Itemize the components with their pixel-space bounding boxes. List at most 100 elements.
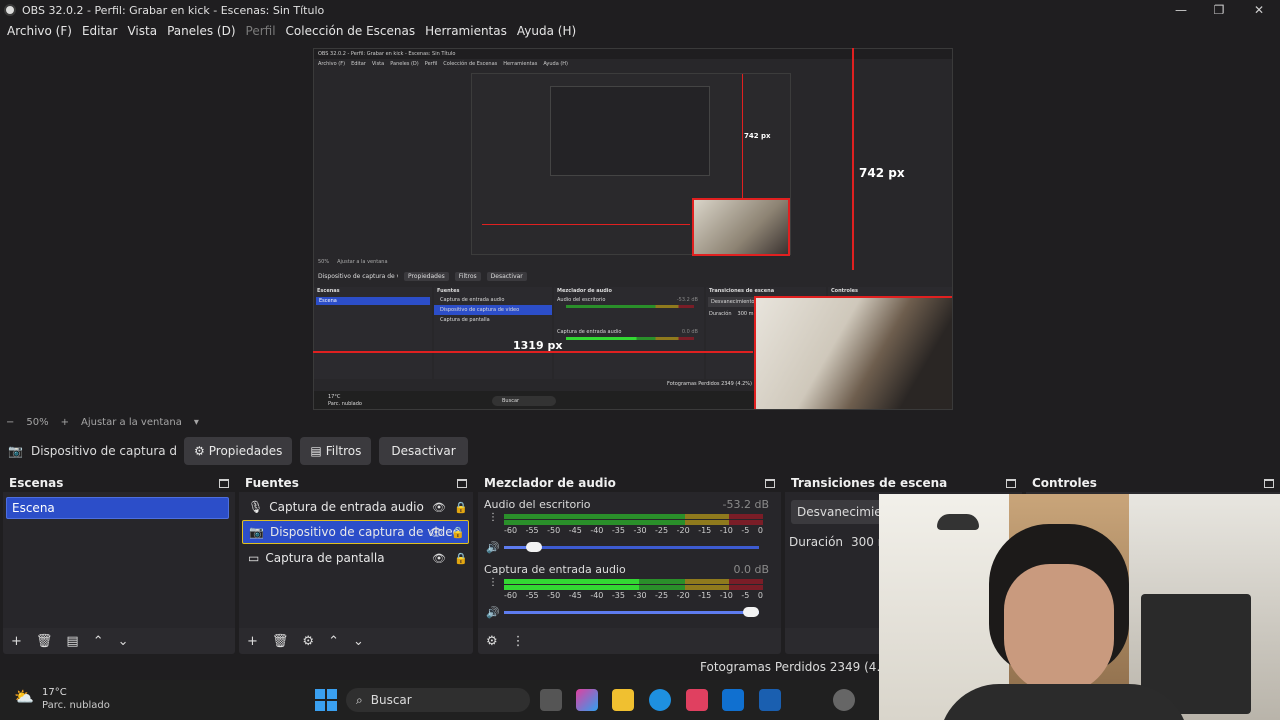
scale-tick: -20 <box>676 591 690 600</box>
undock-icon[interactable] <box>765 478 775 488</box>
outlook-icon[interactable] <box>722 689 744 711</box>
transitions-dock-header: Transiciones de escena <box>785 474 1022 492</box>
filter-icon[interactable]: ▤ <box>66 634 78 649</box>
channel-name: Captura de entrada audio <box>484 563 626 576</box>
nested-ch-db: 0.0 dB <box>681 329 698 335</box>
webcam-feed <box>879 494 1280 720</box>
controls-dock-title: Controles <box>1032 476 1097 490</box>
add-icon[interactable]: + <box>11 634 22 649</box>
menu-edit[interactable]: Editar <box>77 24 123 38</box>
menu-help[interactable]: Ayuda (H) <box>512 24 581 38</box>
windows-start-icon[interactable] <box>315 689 337 711</box>
nested-screen-capture: OBS 32.0.2 - Perfil: Grabar en kick - Es… <box>313 48 953 410</box>
menu-docks[interactable]: Paneles (D) <box>162 24 240 38</box>
mixer-dock-title: Mezclador de audio <box>484 476 616 490</box>
menu-view[interactable]: Vista <box>122 24 162 38</box>
scale-tick: 0 <box>757 526 763 535</box>
lock-icon[interactable]: 🔒 <box>451 526 465 539</box>
gear-icon[interactable]: ⚙ <box>302 634 314 649</box>
filters-button[interactable]: ▤ Filtros <box>300 437 372 465</box>
nested-menu-item: Paneles (D) <box>390 61 419 67</box>
file-explorer-icon[interactable] <box>612 689 634 711</box>
mixer-dock-header: Mezclador de audio <box>478 474 781 492</box>
menu-profile[interactable]: Perfil <box>241 24 281 38</box>
more-options-icon[interactable]: ⋮ <box>488 577 498 588</box>
scale-tick: -40 <box>590 526 604 535</box>
maximize-button[interactable]: ❐ <box>1200 0 1238 20</box>
scale-tick: -15 <box>698 526 712 535</box>
nested-dock-title: Mezclador de audio <box>557 288 612 294</box>
nested-dock-title: Escenas <box>317 288 340 294</box>
transitions-dock-title: Transiciones de escena <box>791 476 948 490</box>
store-icon[interactable] <box>686 689 708 711</box>
channel-meter <box>504 585 764 590</box>
weather-temp[interactable]: 17°C <box>42 687 67 698</box>
obs-logo-icon <box>4 4 16 16</box>
volume-slider[interactable] <box>504 542 759 552</box>
undock-icon[interactable] <box>1006 478 1016 488</box>
minimize-button[interactable]: — <box>1162 0 1200 20</box>
task-view-icon[interactable] <box>540 689 562 711</box>
menu-scene-collection[interactable]: Colección de Escenas <box>281 24 421 38</box>
gear-icon[interactable]: ⚙ <box>486 634 498 649</box>
window-title: OBS 32.0.2 - Perfil: Grabar en kick - Es… <box>22 3 325 17</box>
nested-webcam-source <box>754 296 952 409</box>
chevron-up-icon[interactable]: ⌃ <box>328 634 339 649</box>
chevron-down-icon[interactable]: ▾ <box>194 417 199 428</box>
nested-source-toolbar: Dispositivo de captura de v Propiedades … <box>314 269 952 283</box>
settings-icon[interactable] <box>833 689 855 711</box>
chevron-down-icon[interactable]: ⌄ <box>118 634 129 649</box>
filters-label: Filtros <box>325 444 362 458</box>
nested-src-name: Dispositivo de captura de v <box>318 272 398 280</box>
scale-tick: -35 <box>611 526 625 535</box>
edge-icon[interactable] <box>649 689 671 711</box>
channel-meter <box>504 514 763 519</box>
source-item[interactable]: 🎙 Captura de entrada audio 👁 🔒 <box>242 495 469 519</box>
weather-desc[interactable]: Parc. nublado <box>42 700 110 711</box>
trash-icon[interactable]: 🗑 <box>36 634 53 649</box>
nested-menu: Archivo (F) Editar Vista Paneles (D) Per… <box>314 59 952 69</box>
properties-button[interactable]: ⚙ Propiedades <box>184 437 293 465</box>
more-options-icon[interactable]: ⋮ <box>488 512 498 523</box>
calculator-icon[interactable] <box>759 689 781 711</box>
lock-icon[interactable]: 🔒 <box>454 552 468 565</box>
zoom-out-button[interactable]: − <box>6 417 14 428</box>
fit-window-button[interactable]: Ajustar a la ventana <box>81 417 182 428</box>
more-options-icon[interactable]: ⋮ <box>512 634 525 649</box>
eye-icon[interactable]: 👁 <box>432 501 446 514</box>
close-button[interactable]: ✕ <box>1240 0 1278 20</box>
menu-file[interactable]: Archivo (F) <box>2 24 77 38</box>
copilot-icon[interactable] <box>576 689 598 711</box>
taskbar-search[interactable]: ⌕ Buscar <box>346 688 530 712</box>
volume-knob[interactable] <box>743 607 759 617</box>
zoom-in-button[interactable]: + <box>61 417 69 428</box>
volume-knob[interactable] <box>526 542 543 552</box>
eye-icon[interactable]: 👁 <box>429 526 443 539</box>
chevron-up-icon[interactable]: ⌃ <box>93 634 104 649</box>
scale-tick: -20 <box>676 526 690 535</box>
source-item-selected[interactable]: 📷 Dispositivo de captura de video 👁 🔒 <box>242 520 469 544</box>
trash-icon[interactable]: 🗑 <box>272 634 289 649</box>
undock-icon[interactable] <box>1264 478 1274 488</box>
nested-fit: Ajustar a la ventana <box>337 259 388 265</box>
add-icon[interactable]: + <box>247 634 258 649</box>
chevron-down-icon[interactable]: ⌄ <box>353 634 364 649</box>
nested-ch-name: Audio del escritorio <box>557 297 606 303</box>
source-item[interactable]: ▭ Captura de pantalla 👁 🔒 <box>242 546 469 570</box>
lock-icon[interactable]: 🔒 <box>454 501 468 514</box>
menu-tools[interactable]: Herramientas <box>420 24 512 38</box>
speaker-icon[interactable]: 🔊 <box>486 541 500 554</box>
volume-slider[interactable] <box>504 607 759 617</box>
nested-menu-item: Vista <box>371 61 385 67</box>
scale-tick: -5 <box>741 591 750 600</box>
weather-icon[interactable]: ⛅ <box>14 687 34 706</box>
scale-tick: -10 <box>719 526 733 535</box>
speaker-icon[interactable]: 🔊 <box>486 606 500 619</box>
scene-item[interactable]: Escena <box>6 497 229 519</box>
undock-icon[interactable] <box>457 478 467 488</box>
scenes-dock-header: Escenas <box>3 474 235 492</box>
deactivate-button[interactable]: Desactivar <box>379 437 468 465</box>
eye-icon[interactable]: 👁 <box>432 552 446 565</box>
undock-icon[interactable] <box>219 478 229 488</box>
webcam-face <box>1004 564 1114 694</box>
